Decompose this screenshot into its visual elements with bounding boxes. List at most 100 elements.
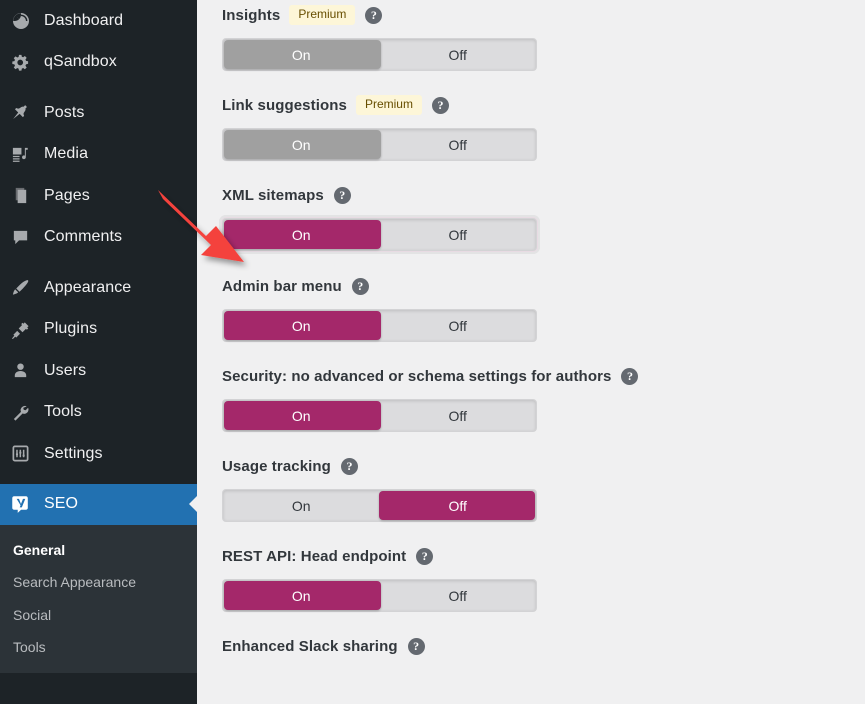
setting-insights: Insights Premium ? On Off xyxy=(222,0,865,71)
sidebar-item-qsandbox[interactable]: qSandbox xyxy=(0,42,197,84)
toggle-option-off[interactable]: Off xyxy=(380,129,537,160)
pages-icon xyxy=(11,186,39,206)
submenu-item-search-appearance[interactable]: Search Appearance xyxy=(0,566,197,598)
submenu-item-tools[interactable]: Tools xyxy=(0,631,197,663)
wordpress-admin-screen: Dashboard qSandbox Posts Media Pages Com… xyxy=(0,0,865,704)
setting-label: XML sitemaps xyxy=(222,186,324,204)
sidebar-item-plugins[interactable]: Plugins xyxy=(0,309,197,351)
sidebar-item-users[interactable]: Users xyxy=(0,350,197,392)
toggle-option-on[interactable]: On xyxy=(223,490,380,521)
sidebar-item-seo[interactable]: SEO xyxy=(0,483,197,525)
sidebar-item-label: Pages xyxy=(44,186,90,204)
help-icon[interactable]: ? xyxy=(621,367,639,385)
help-icon[interactable]: ? xyxy=(365,6,383,24)
sidebar-item-media[interactable]: Media xyxy=(0,134,197,176)
submenu-item-social[interactable]: Social xyxy=(0,599,197,631)
sidebar-item-appearance[interactable]: Appearance xyxy=(0,267,197,309)
sidebar-item-label: Users xyxy=(44,361,87,379)
sidebar-item-dashboard[interactable]: Dashboard xyxy=(0,0,197,42)
setting-admin-bar-menu: Admin bar menu ? On Off xyxy=(222,251,865,342)
sidebar-item-label: Appearance xyxy=(44,278,132,296)
setting-header: Usage tracking ? xyxy=(222,453,865,479)
toggle-option-off[interactable]: Off xyxy=(380,580,537,611)
sidebar-menu-list: Dashboard qSandbox Posts Media Pages Com… xyxy=(0,0,197,525)
help-icon[interactable]: ? xyxy=(407,637,425,655)
toggle-xml-sitemaps[interactable]: On Off xyxy=(219,215,540,254)
comments-icon xyxy=(11,227,39,247)
pin-icon xyxy=(11,103,39,123)
sidebar-item-label: SEO xyxy=(44,495,79,513)
sidebar-item-label: qSandbox xyxy=(44,53,117,71)
media-icon xyxy=(11,144,39,164)
premium-badge: Premium xyxy=(289,5,356,25)
sidebar-item-label: Comments xyxy=(44,228,123,246)
toggle-admin-bar-menu[interactable]: On Off xyxy=(222,309,537,342)
sidebar-item-label: Media xyxy=(44,145,89,163)
toggle-option-off[interactable]: Off xyxy=(380,39,537,70)
sidebar-item-label: Settings xyxy=(44,444,103,462)
wrench-icon xyxy=(11,402,39,422)
submenu-item-general[interactable]: General xyxy=(0,534,197,566)
toggle-rest-api-head-endpoint[interactable]: On Off xyxy=(222,579,537,612)
help-icon[interactable]: ? xyxy=(416,547,434,565)
setting-header: XML sitemaps ? xyxy=(222,182,865,208)
toggle-option-on[interactable]: On xyxy=(223,400,380,431)
settings-panel: Insights Premium ? On Off Link suggestio… xyxy=(197,0,865,704)
setting-rest-api-head-endpoint: REST API: Head endpoint ? On Off xyxy=(222,522,865,612)
sidebar-item-posts[interactable]: Posts xyxy=(0,92,197,134)
setting-label: Admin bar menu xyxy=(222,277,342,295)
setting-header: Security: no advanced or schema settings… xyxy=(222,363,865,389)
setting-label: REST API: Head endpoint xyxy=(222,547,407,565)
help-icon[interactable]: ? xyxy=(340,457,358,475)
plug-icon xyxy=(11,319,39,339)
toggle-usage-tracking[interactable]: On Off xyxy=(222,489,537,522)
toggle-security-authors[interactable]: On Off xyxy=(222,399,537,432)
setting-header: REST API: Head endpoint ? xyxy=(222,543,865,569)
sidebar-item-label: Tools xyxy=(44,403,82,421)
brush-icon xyxy=(11,278,39,298)
setting-label: Enhanced Slack sharing xyxy=(222,637,398,655)
help-icon[interactable]: ? xyxy=(351,277,369,295)
dashboard-icon xyxy=(11,11,39,31)
setting-header: Insights Premium ? xyxy=(222,2,865,28)
setting-xml-sitemaps: XML sitemaps ? On Off xyxy=(219,161,865,254)
setting-header: Admin bar menu ? xyxy=(222,273,865,299)
sidebar-item-label: Plugins xyxy=(44,320,98,338)
setting-link-suggestions: Link suggestions Premium ? On Off xyxy=(222,71,865,161)
setting-label: Insights xyxy=(222,6,281,24)
setting-label: Link suggestions xyxy=(222,96,347,114)
settings-icon xyxy=(11,444,39,464)
sidebar-item-settings[interactable]: Settings xyxy=(0,433,197,475)
seo-submenu: General Search Appearance Social Tools xyxy=(0,525,197,674)
help-icon[interactable]: ? xyxy=(431,96,449,114)
sidebar-item-label: Posts xyxy=(44,103,85,121)
admin-sidebar: Dashboard qSandbox Posts Media Pages Com… xyxy=(0,0,197,704)
toggle-option-off[interactable]: Off xyxy=(380,400,537,431)
gear-icon xyxy=(11,52,39,72)
toggle-option-on[interactable]: On xyxy=(223,219,380,250)
setting-header: Enhanced Slack sharing ? xyxy=(222,633,865,659)
premium-badge: Premium xyxy=(355,95,422,115)
toggle-option-on[interactable]: On xyxy=(223,39,380,70)
setting-enhanced-slack-sharing: Enhanced Slack sharing ? xyxy=(222,612,865,659)
toggle-option-on[interactable]: On xyxy=(223,580,380,611)
toggle-option-off[interactable]: Off xyxy=(380,219,537,250)
sidebar-item-comments[interactable]: Comments xyxy=(0,217,197,259)
sidebar-item-tools[interactable]: Tools xyxy=(0,392,197,434)
setting-header: Link suggestions Premium ? xyxy=(222,92,865,118)
setting-security-authors: Security: no advanced or schema settings… xyxy=(222,342,865,432)
yoast-logo-icon xyxy=(11,494,39,514)
toggle-option-off[interactable]: Off xyxy=(380,490,537,521)
toggle-link-suggestions[interactable]: On Off xyxy=(222,128,537,161)
toggle-option-off[interactable]: Off xyxy=(380,310,537,341)
setting-label: Security: no advanced or schema settings… xyxy=(222,367,612,385)
setting-usage-tracking: Usage tracking ? On Off xyxy=(222,432,865,522)
toggle-option-on[interactable]: On xyxy=(223,129,380,160)
help-icon[interactable]: ? xyxy=(333,186,351,204)
toggle-insights[interactable]: On Off xyxy=(222,38,537,71)
user-icon xyxy=(11,361,39,381)
setting-label: Usage tracking xyxy=(222,457,331,475)
toggle-option-on[interactable]: On xyxy=(223,310,380,341)
sidebar-item-pages[interactable]: Pages xyxy=(0,175,197,217)
sidebar-item-label: Dashboard xyxy=(44,11,124,29)
